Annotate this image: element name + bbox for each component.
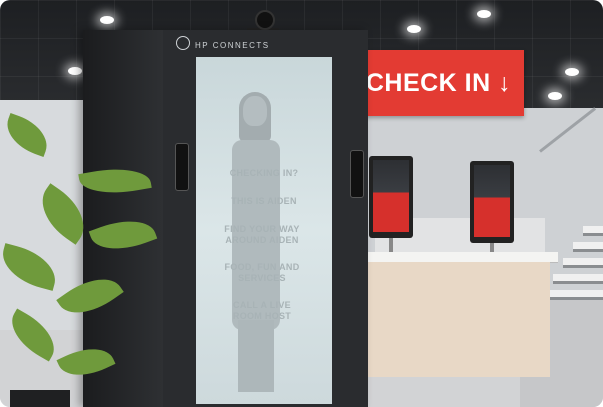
ceiling-light (477, 10, 491, 18)
kiosk-screen[interactable] (474, 165, 510, 237)
plant-leaf (78, 162, 152, 200)
ceiling-light (407, 25, 421, 33)
ceiling-light (565, 68, 579, 76)
booth-handle (350, 150, 364, 198)
plant-leaf (29, 183, 97, 245)
potted-plant (0, 110, 170, 407)
camera-icon (255, 10, 275, 30)
plant-leaf (0, 243, 62, 291)
booth-handle (175, 143, 189, 191)
hologram-line: THIS IS AIDEN (231, 196, 297, 206)
plant-pot (10, 390, 70, 407)
ceiling-light (68, 67, 82, 75)
hologram-line: CHECKING IN? (229, 168, 299, 178)
stair-step (573, 242, 603, 252)
reception-desk (367, 262, 550, 377)
photo-frame: CHECK IN ↓ HP CONNECTS CHECKING IN? THIS… (0, 0, 603, 407)
booth-brand: HP CONNECTS (195, 41, 270, 50)
hologram-line: FOOD, FUN AND SERVICES (224, 262, 300, 283)
check-in-sign-text: CHECK IN ↓ (365, 68, 512, 97)
plant-leaf (56, 338, 116, 386)
hologram-person-legs (238, 320, 274, 392)
stair-step (553, 274, 603, 284)
ceiling-light (100, 16, 114, 24)
kiosk-screen[interactable] (373, 160, 409, 232)
plant-leaf (2, 308, 64, 362)
check-in-kiosk[interactable] (369, 156, 413, 238)
stair-step (543, 290, 603, 300)
plant-leaf (56, 265, 124, 327)
check-in-sign: CHECK IN ↓ (353, 50, 524, 116)
check-in-kiosk[interactable] (470, 161, 514, 243)
plant-leaf (0, 113, 54, 157)
kiosk-stand (389, 238, 393, 252)
plant-leaf (88, 210, 158, 260)
hologram-person-head (243, 96, 267, 126)
brand-logo-icon (176, 36, 190, 50)
stair-step (563, 258, 603, 268)
stair-step (583, 226, 603, 236)
hologram-line: CALL A LIVE ROOM HOST (232, 300, 292, 321)
ceiling-light (548, 92, 562, 100)
hologram-line: FIND YOUR WAY AROUND AIDEN (224, 224, 300, 245)
